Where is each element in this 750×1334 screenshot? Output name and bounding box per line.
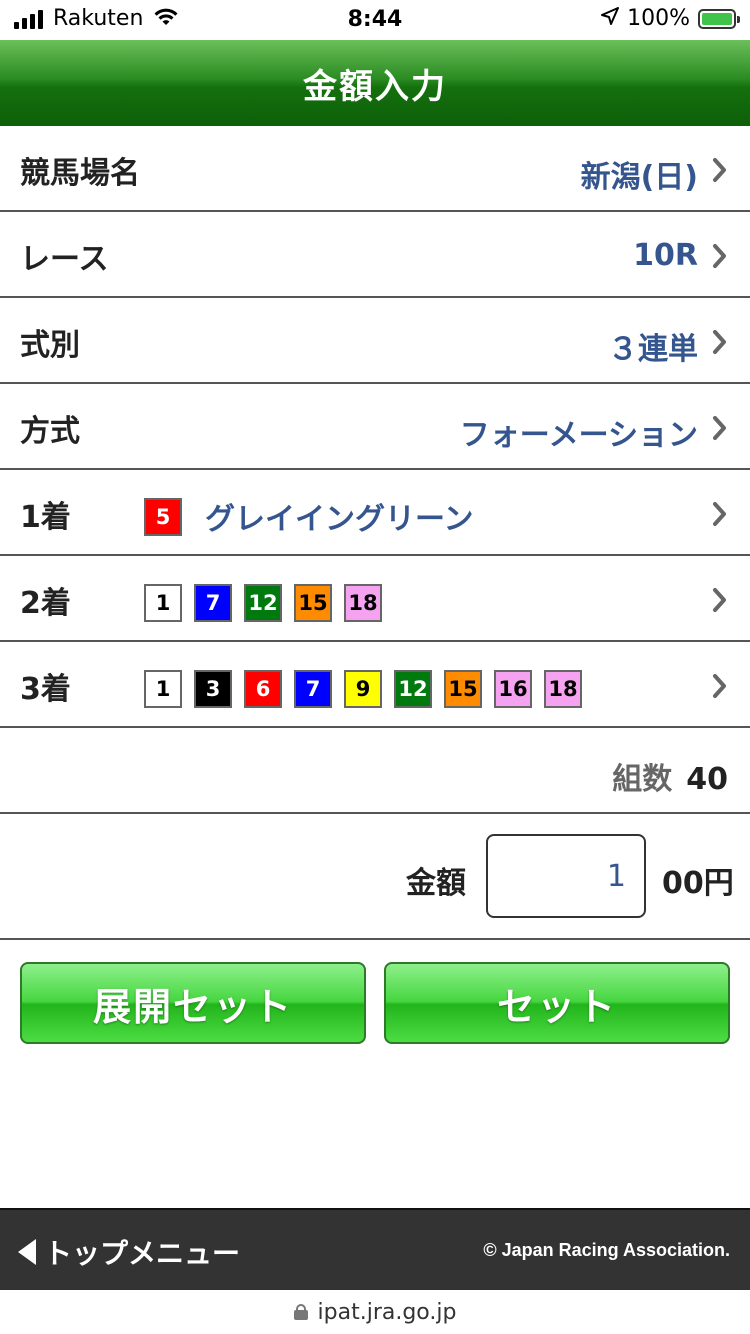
battery-percent: 100% bbox=[627, 6, 690, 31]
race-row[interactable]: レース 10R bbox=[0, 212, 750, 298]
method-label: 方式 bbox=[20, 414, 80, 449]
back-triangle-icon bbox=[18, 1239, 36, 1265]
horse-number-badge: 1 bbox=[144, 584, 182, 622]
combinations-value: 40 bbox=[686, 762, 728, 797]
combinations-label: 組数 bbox=[612, 762, 673, 797]
horse-number-badge: 12 bbox=[244, 584, 282, 622]
chevron-right-icon bbox=[712, 328, 728, 356]
horse-badges: 1 3 6 7 9 12 15 16 18 bbox=[144, 670, 582, 708]
racecourse-label: 競馬場名 bbox=[20, 156, 140, 191]
horse-number-badge: 15 bbox=[294, 584, 332, 622]
racecourse-value: 新潟(日) bbox=[580, 160, 698, 195]
horse-number-badge: 5 bbox=[144, 498, 182, 536]
racecourse-row[interactable]: 競馬場名 新潟(日) bbox=[0, 126, 750, 212]
chevron-right-icon bbox=[712, 414, 728, 442]
battery-icon bbox=[698, 8, 740, 29]
third-place-label: 3着 bbox=[20, 672, 71, 707]
status-bar: Rakuten 8:44 100% bbox=[0, 0, 750, 40]
first-place-row[interactable]: 1着 5 グレイイングリーン bbox=[0, 470, 750, 556]
top-menu-label: トップメニュー bbox=[44, 1237, 241, 1270]
chevron-right-icon bbox=[712, 242, 728, 270]
horse-number-badge: 7 bbox=[294, 670, 332, 708]
race-label: レース bbox=[20, 242, 109, 277]
horse-number-badge: 12 bbox=[394, 670, 432, 708]
horse-number-badge: 6 bbox=[244, 670, 282, 708]
horse-number-badge: 7 bbox=[194, 584, 232, 622]
chevron-right-icon bbox=[712, 586, 728, 614]
horse-badges: 5 bbox=[144, 498, 182, 536]
race-value: 10R bbox=[633, 238, 698, 273]
combinations-count: 組数 40 bbox=[612, 754, 728, 798]
amount-input[interactable] bbox=[486, 834, 646, 918]
method-value: フォーメーション bbox=[459, 418, 698, 453]
copyright: © Japan Racing Association. bbox=[483, 1240, 730, 1260]
set-button[interactable]: セット bbox=[384, 962, 730, 1044]
footer-bar: トップメニュー © Japan Racing Association. bbox=[0, 1208, 750, 1290]
page-header: 金額入力 bbox=[0, 40, 750, 126]
horse-number-badge: 9 bbox=[344, 670, 382, 708]
expand-set-button[interactable]: 展開セット bbox=[20, 962, 366, 1044]
bet-type-row[interactable]: 式別 ３連単 bbox=[0, 298, 750, 384]
lock-icon bbox=[293, 1304, 308, 1320]
second-place-row[interactable]: 2着 1 7 12 15 18 bbox=[0, 556, 750, 642]
bet-type-value: ３連単 bbox=[608, 332, 698, 367]
location-arrow-icon bbox=[601, 6, 620, 31]
bet-type-label: 式別 bbox=[20, 328, 80, 363]
first-place-label: 1着 bbox=[20, 500, 71, 535]
chevron-right-icon bbox=[712, 500, 728, 528]
horse-name: グレイイングリーン bbox=[205, 502, 474, 537]
horse-number-badge: 15 bbox=[444, 670, 482, 708]
chevron-right-icon bbox=[712, 156, 728, 184]
url-text: ipat.jra.go.jp bbox=[317, 1299, 457, 1325]
second-place-label: 2着 bbox=[20, 586, 71, 621]
combinations-row: 組数 40 bbox=[0, 728, 750, 814]
chevron-right-icon bbox=[712, 672, 728, 700]
horse-number-badge: 18 bbox=[544, 670, 582, 708]
third-place-row[interactable]: 3着 1 3 6 7 9 12 15 16 18 bbox=[0, 642, 750, 728]
horse-number-badge: 16 bbox=[494, 670, 532, 708]
url-bar[interactable]: ipat.jra.go.jp bbox=[0, 1290, 750, 1334]
amount-label: 金額 bbox=[406, 866, 466, 901]
horse-badges: 1 7 12 15 18 bbox=[144, 584, 382, 622]
amount-row: 金額 00円 bbox=[0, 814, 750, 940]
top-menu-link[interactable]: トップメニュー bbox=[18, 1232, 240, 1272]
horse-number-badge: 1 bbox=[144, 670, 182, 708]
page-title: 金額入力 bbox=[303, 66, 447, 107]
bet-form: 競馬場名 新潟(日) レース 10R 式別 ３連単 方式 フォーメーション 1着… bbox=[0, 126, 750, 940]
amount-unit: 00円 bbox=[662, 866, 734, 901]
method-row[interactable]: 方式 フォーメーション bbox=[0, 384, 750, 470]
horse-number-badge: 3 bbox=[194, 670, 232, 708]
horse-number-badge: 18 bbox=[344, 584, 382, 622]
